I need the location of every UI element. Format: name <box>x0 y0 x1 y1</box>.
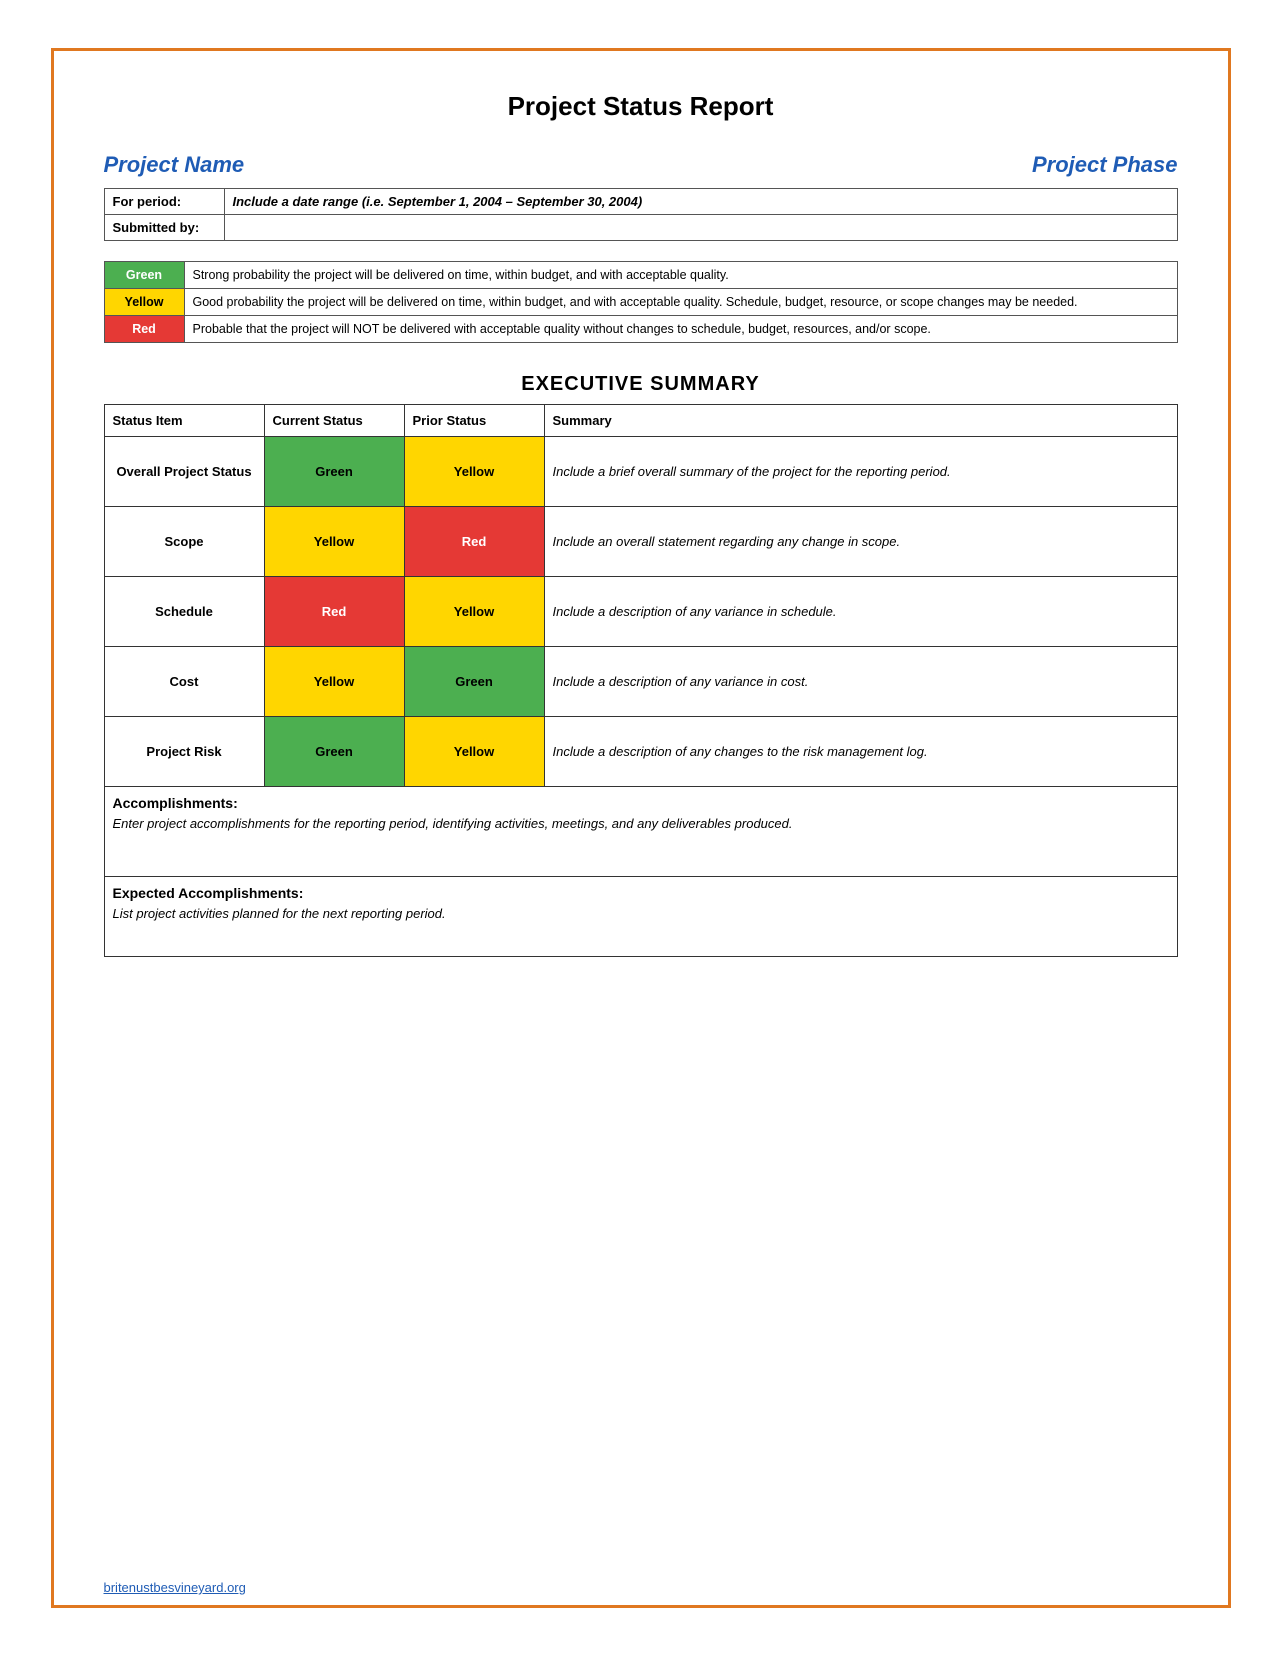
footer-text: britenustbesvineyard.org <box>104 1580 246 1595</box>
legend-color-cell: Yellow <box>104 289 184 316</box>
legend-description: Strong probability the project will be d… <box>184 262 1177 289</box>
accomplishments-text: Enter project accomplishments for the re… <box>113 816 1169 831</box>
project-phase-label: Project Phase <box>1032 152 1178 178</box>
info-table: For period: Include a date range (i.e. S… <box>104 188 1178 241</box>
status-item: Project Risk <box>104 717 264 787</box>
exec-row: Schedule Red Yellow Include a descriptio… <box>104 577 1177 647</box>
legend-row: Yellow Good probability the project will… <box>104 289 1177 316</box>
executive-summary-title: EXECUTIVE SUMMARY <box>104 373 1178 396</box>
current-status: Green <box>264 717 404 787</box>
page-title: Project Status Report <box>104 91 1178 122</box>
exec-row: Cost Yellow Green Include a description … <box>104 647 1177 717</box>
exec-col-header: Current Status <box>264 405 404 437</box>
prior-status: Green <box>404 647 544 717</box>
legend-row: Red Probable that the project will NOT b… <box>104 316 1177 343</box>
current-status: Red <box>264 577 404 647</box>
accomplishments-title: Accomplishments: <box>113 795 1169 811</box>
accomplishments-section: Accomplishments: Enter project accomplis… <box>104 787 1178 877</box>
info-label: For period: <box>104 189 224 215</box>
legend-description: Good probability the project will be del… <box>184 289 1177 316</box>
summary-text: Include a description of any variance in… <box>544 577 1177 647</box>
exec-row: Project Risk Green Yellow Include a desc… <box>104 717 1177 787</box>
expected-text: List project activities planned for the … <box>113 906 1169 921</box>
exec-col-header: Summary <box>544 405 1177 437</box>
legend-color-cell: Green <box>104 262 184 289</box>
info-row: For period: Include a date range (i.e. S… <box>104 189 1177 215</box>
status-item: Scope <box>104 507 264 577</box>
summary-text: Include a description of any changes to … <box>544 717 1177 787</box>
prior-status: Yellow <box>404 577 544 647</box>
info-row: Submitted by: <box>104 215 1177 241</box>
exec-table: Status ItemCurrent StatusPrior StatusSum… <box>104 404 1178 787</box>
summary-text: Include a description of any variance in… <box>544 647 1177 717</box>
info-value <box>224 215 1177 241</box>
legend-color-cell: Red <box>104 316 184 343</box>
legend-row: Green Strong probability the project wil… <box>104 262 1177 289</box>
project-name-label: Project Name <box>104 152 245 178</box>
status-item: Overall Project Status <box>104 437 264 507</box>
summary-text: Include an overall statement regarding a… <box>544 507 1177 577</box>
legend-description: Probable that the project will NOT be de… <box>184 316 1177 343</box>
exec-row: Scope Yellow Red Include an overall stat… <box>104 507 1177 577</box>
prior-status: Red <box>404 507 544 577</box>
expected-title: Expected Accomplishments: <box>113 885 1169 901</box>
prior-status: Yellow <box>404 717 544 787</box>
expected-accomplishments-section: Expected Accomplishments: List project a… <box>104 877 1178 957</box>
status-item: Schedule <box>104 577 264 647</box>
current-status: Green <box>264 437 404 507</box>
summary-text: Include a brief overall summary of the p… <box>544 437 1177 507</box>
prior-status: Yellow <box>404 437 544 507</box>
page-container: Project Status Report Project Name Proje… <box>51 48 1231 1608</box>
project-header: Project Name Project Phase <box>104 152 1178 178</box>
exec-col-header: Prior Status <box>404 405 544 437</box>
legend-table: Green Strong probability the project wil… <box>104 261 1178 343</box>
exec-row: Overall Project Status Green Yellow Incl… <box>104 437 1177 507</box>
exec-col-header: Status Item <box>104 405 264 437</box>
current-status: Yellow <box>264 647 404 717</box>
info-value: Include a date range (i.e. September 1, … <box>224 189 1177 215</box>
status-item: Cost <box>104 647 264 717</box>
current-status: Yellow <box>264 507 404 577</box>
info-label: Submitted by: <box>104 215 224 241</box>
